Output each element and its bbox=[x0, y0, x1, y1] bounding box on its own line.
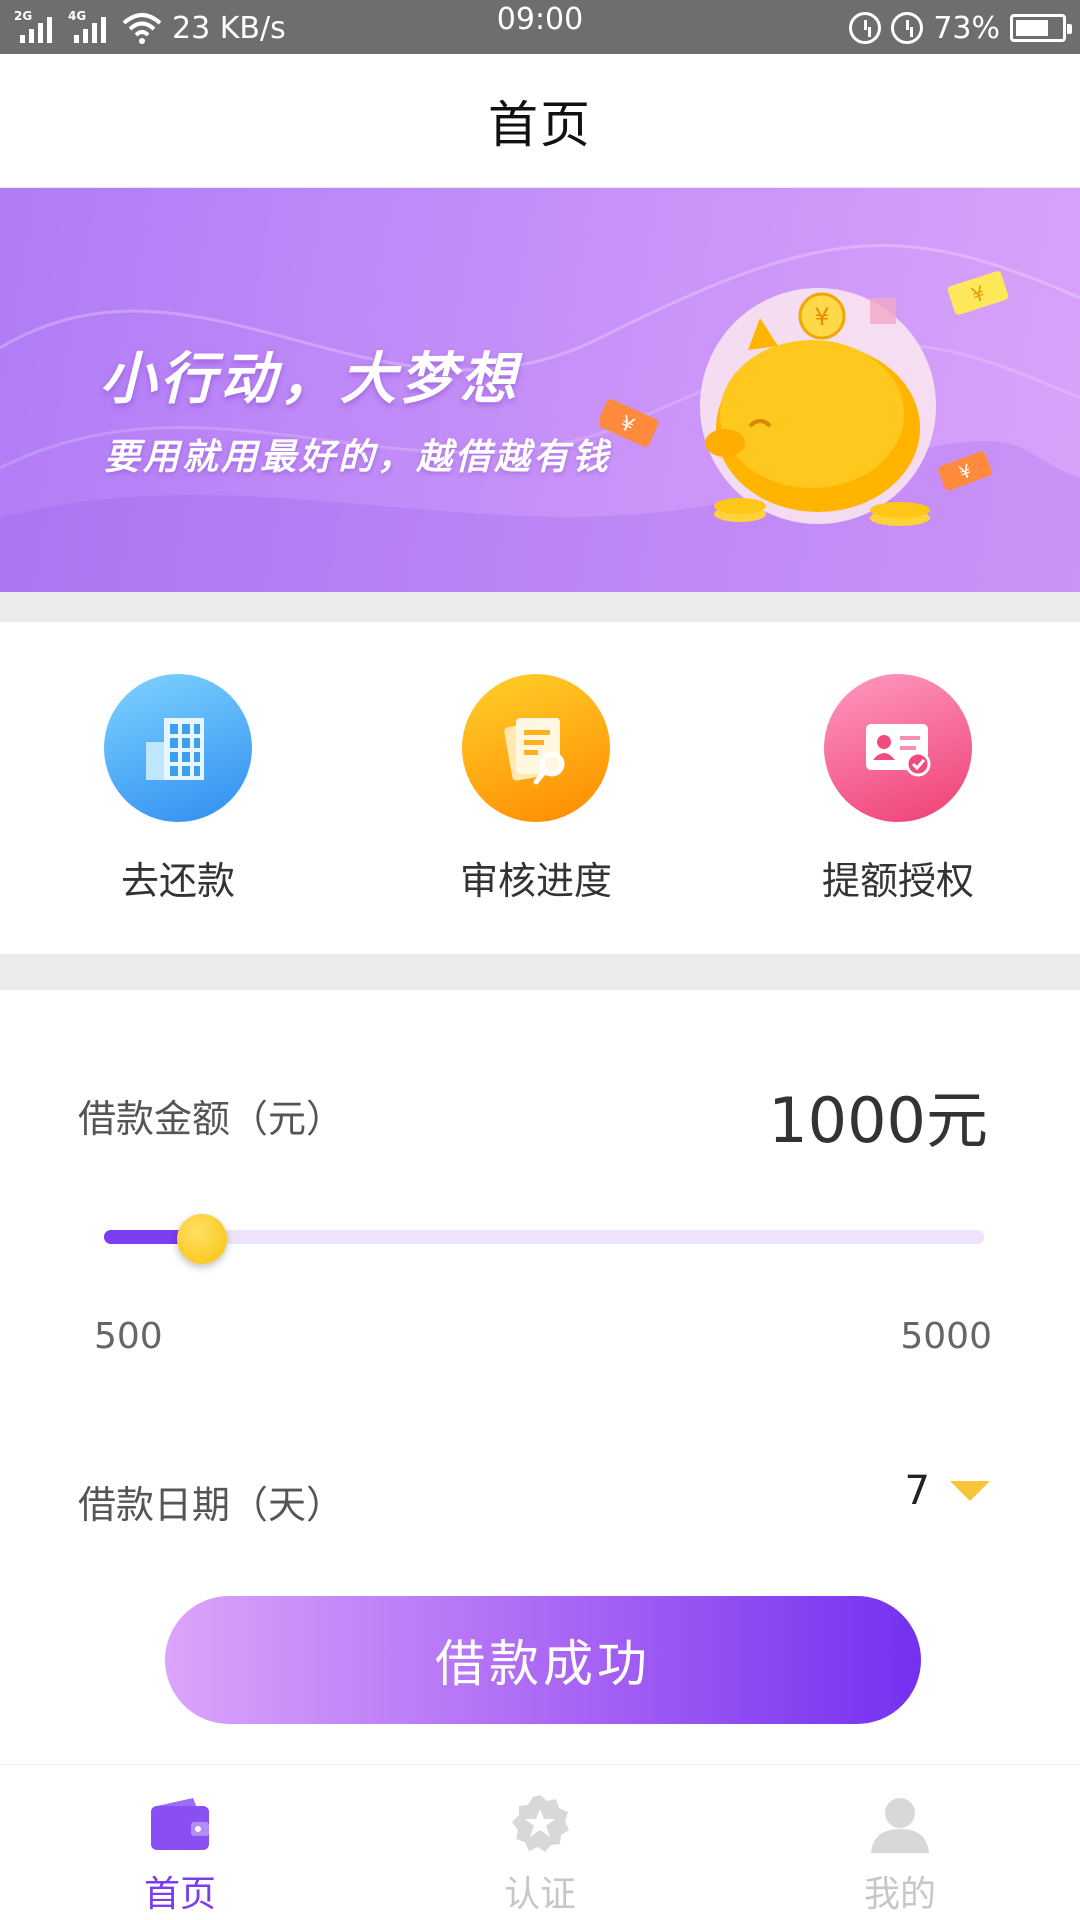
status-bar: 2G 4G 23 KB/s 09:00 73% bbox=[0, 0, 1080, 54]
title-bar: 首页 bbox=[0, 54, 1080, 188]
wallet-icon bbox=[145, 1793, 215, 1855]
banner-headline: 小行动，大梦想 bbox=[100, 347, 520, 412]
user-icon bbox=[865, 1793, 935, 1855]
slider-thumb[interactable] bbox=[177, 1214, 227, 1264]
document-search-icon bbox=[462, 674, 610, 822]
slider-min-label: 500 bbox=[94, 1316, 163, 1357]
slider-max-label: 5000 bbox=[900, 1316, 992, 1357]
page-title: 首页 bbox=[488, 95, 592, 154]
action-credit-authorize[interactable]: 提额授权 bbox=[788, 674, 1008, 905]
action-review-progress-label: 审核进度 bbox=[459, 859, 612, 903]
tab-mine-label: 我的 bbox=[863, 1874, 936, 1915]
tab-home[interactable]: 首页 bbox=[0, 1765, 360, 1920]
badge-star-icon bbox=[505, 1793, 575, 1855]
action-review-progress[interactable]: 审核进度 bbox=[426, 674, 646, 905]
alarm-icon bbox=[891, 12, 924, 44]
tab-verify-label: 认证 bbox=[503, 1874, 576, 1915]
bottom-nav: 首页 认证 我的 bbox=[0, 1764, 1080, 1920]
section-divider bbox=[0, 592, 1080, 622]
loan-amount-value: 1000元 bbox=[768, 1084, 988, 1157]
tab-mine[interactable]: 我的 bbox=[720, 1765, 1080, 1920]
id-card-icon bbox=[824, 674, 972, 822]
loan-days-select[interactable]: 7 bbox=[905, 1468, 990, 1514]
rotation-lock-icon bbox=[849, 12, 882, 44]
tab-home-label: 首页 bbox=[143, 1874, 216, 1915]
building-icon bbox=[104, 674, 252, 822]
svg-text:¥: ¥ bbox=[814, 303, 829, 331]
loan-days-label: 借款日期（天） bbox=[78, 1483, 345, 1527]
submit-loan-button[interactable]: 借款成功 bbox=[165, 1596, 921, 1724]
action-repay[interactable]: 去还款 bbox=[68, 674, 288, 905]
promo-banner[interactable]: 小行动，大梦想 要用就用最好的，越借越有钱 ¥ ¥ ¥ ¥ bbox=[0, 188, 1080, 592]
slider-track[interactable] bbox=[104, 1230, 984, 1244]
action-repay-label: 去还款 bbox=[120, 859, 235, 903]
quick-actions: 去还款 审核进度 提额授权 bbox=[0, 622, 1080, 954]
chevron-down-icon bbox=[950, 1481, 990, 1501]
loan-amount-slider[interactable] bbox=[104, 1214, 984, 1264]
loan-days-value: 7 bbox=[904, 1468, 930, 1514]
action-credit-authorize-label: 提额授权 bbox=[821, 859, 974, 903]
tab-verify[interactable]: 认证 bbox=[360, 1765, 720, 1920]
battery-icon bbox=[1010, 14, 1072, 42]
piggy-bank-icon: ¥ ¥ ¥ ¥ bbox=[600, 271, 1009, 526]
section-divider-2 bbox=[0, 954, 1080, 990]
battery-percent: 73% bbox=[933, 10, 1000, 46]
status-right: 73% bbox=[849, 8, 1072, 48]
banner-subline: 要用就用最好的，越借越有钱 bbox=[104, 437, 612, 478]
loan-amount-label: 借款金额（元） bbox=[78, 1097, 345, 1141]
